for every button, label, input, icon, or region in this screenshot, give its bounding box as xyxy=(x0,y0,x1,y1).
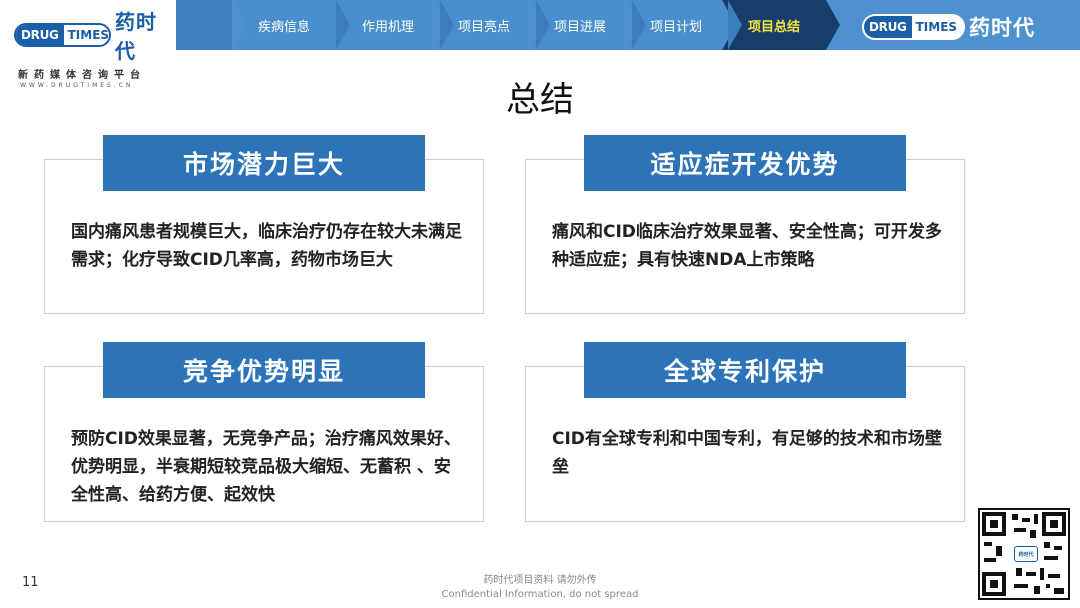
nav-tab-label: 项目进展 xyxy=(553,19,606,35)
chevron-right-icon xyxy=(336,0,350,50)
page-title: 总结 xyxy=(506,80,574,120)
qr-center-logo: 药时代 xyxy=(1014,546,1038,562)
drugtimes-logo[interactable]: DRUG TIMES 药时代 新药媒体咨询平台 WWW.DRUGTIMES.CN xyxy=(14,6,174,89)
logo-times-text: TIMES xyxy=(67,28,110,42)
logo-drug-text: DRUG xyxy=(16,25,64,45)
chevron-right-icon xyxy=(440,0,454,50)
card-body: CID有全球专利和中国专利，有足够的技术和市场壁垒 xyxy=(552,429,942,477)
confidential-cn: 药时代项目资料 请勿外传 xyxy=(483,575,597,586)
drugtimes-pill: DRUG TIMES xyxy=(862,14,966,40)
section-nav: 疾病信息 作用机理 项目亮点 项目进展 项目计划 项目总结 DRUG TIMES… xyxy=(176,0,1080,50)
qr-code-icon[interactable]: 药时代 xyxy=(978,508,1070,600)
card-body: 国内痛风患者规模巨大，临床治疗仍存在较大未满足需求；化疗导致CID几率高，药物市… xyxy=(71,222,462,270)
nav-tab-label: 项目计划 xyxy=(649,19,702,35)
drugtimes-pill: DRUG TIMES xyxy=(14,23,111,47)
card-market-potential: 市场潜力巨大 国内痛风患者规模巨大，临床治疗仍存在较大未满足需求；化疗导致CID… xyxy=(44,135,484,314)
page-number: 11 xyxy=(22,575,39,590)
confidential-en: Confidential Information, do not spread xyxy=(441,589,639,600)
chevron-right-icon xyxy=(632,0,646,50)
chevron-right-icon xyxy=(728,0,742,50)
card-title: 竞争优势明显 xyxy=(103,342,425,398)
nav-tab-label: 项目总结 xyxy=(747,19,800,35)
confidential-notice: 药时代项目资料 请勿外传 Confidential Information, d… xyxy=(380,574,700,602)
nav-tab-label: 作用机理 xyxy=(361,19,414,35)
header: DRUG TIMES 药时代 新药媒体咨询平台 WWW.DRUGTIMES.CN… xyxy=(0,0,1080,89)
logo-name: 药时代 xyxy=(114,10,157,63)
logo-name: 药时代 xyxy=(969,16,1036,40)
nav-tab-label: 项目亮点 xyxy=(457,19,510,35)
card-competitive-advantage: 竞争优势明显 预防CID效果显著，无竞争产品；治疗痛风效果好、优势明显，半衰期短… xyxy=(44,342,484,522)
card-title: 市场潜力巨大 xyxy=(103,135,425,191)
nav-tab-label: 疾病信息 xyxy=(257,19,310,35)
card-indication-advantage: 适应症开发优势 痛风和CID临床治疗效果显著、安全性高；可开发多种适应症；具有快… xyxy=(525,135,965,314)
nav-tab-mechanism[interactable]: 作用机理 xyxy=(336,0,454,50)
qr-finder xyxy=(982,572,1006,596)
qr-finder xyxy=(1042,512,1066,536)
chevron-right-icon xyxy=(536,0,550,50)
logo-drug-text: DRUG xyxy=(864,16,912,38)
card-body: 预防CID效果显著，无竞争产品；治疗痛风效果好、优势明显，半衰期短较竞品极大缩短… xyxy=(71,429,461,505)
card-patent-protection: 全球专利保护 CID有全球专利和中国专利，有足够的技术和市场壁垒 xyxy=(525,342,965,522)
drugtimes-logo-right[interactable]: DRUG TIMES 药时代 xyxy=(862,12,1035,42)
card-title: 适应症开发优势 xyxy=(584,135,906,191)
logo-times-text: TIMES xyxy=(911,20,962,34)
nav-tab-disease-info[interactable]: 疾病信息 xyxy=(232,0,350,50)
chevron-right-icon xyxy=(826,0,840,50)
card-body: 痛风和CID临床治疗效果显著、安全性高；可开发多种适应症；具有快速NDA上市策略 xyxy=(552,222,942,270)
card-title: 全球专利保护 xyxy=(584,342,906,398)
qr-finder xyxy=(982,512,1006,536)
